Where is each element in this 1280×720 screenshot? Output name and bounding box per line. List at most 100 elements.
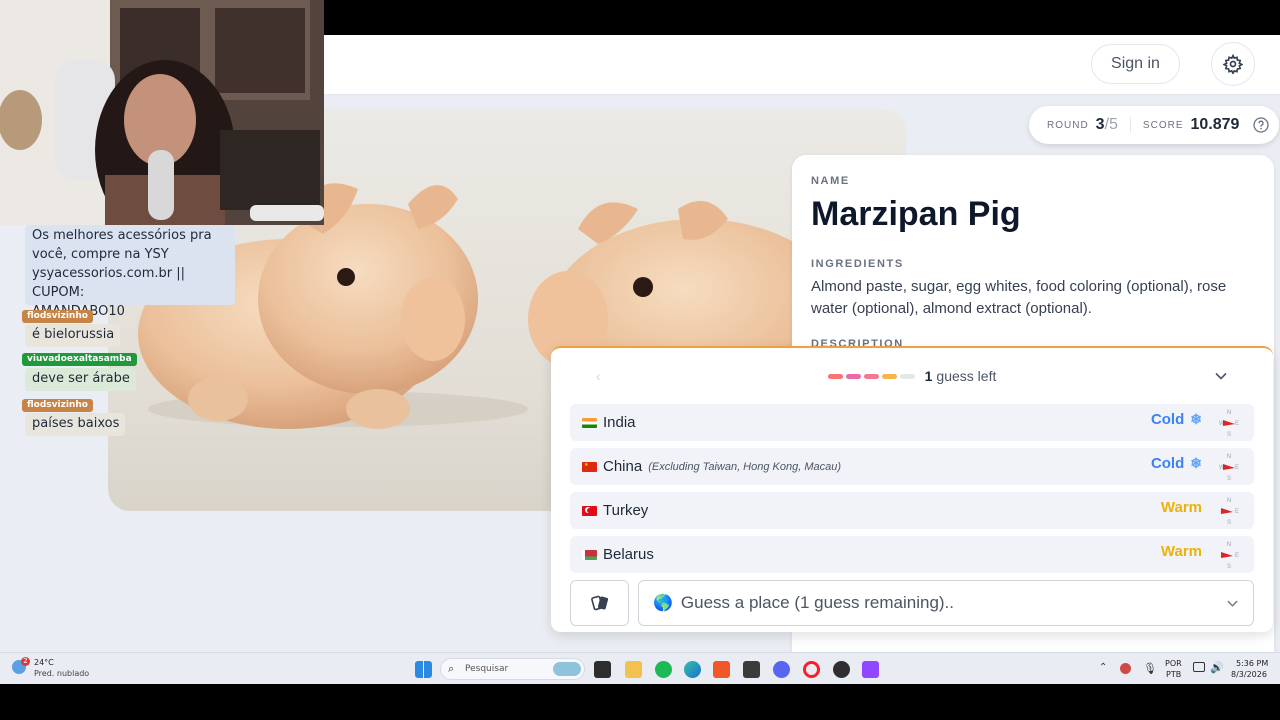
compass-icon: N SE xyxy=(1221,542,1239,569)
chat-message: deve ser árabe xyxy=(25,368,136,391)
opera-icon[interactable] xyxy=(803,661,820,678)
guess-row: ★ China (Excluding Taiwan, Hong Kong, Ma… xyxy=(570,448,1254,485)
brave-icon[interactable] xyxy=(713,661,730,678)
chevron-down-icon[interactable] xyxy=(1226,597,1239,610)
svg-text:S: S xyxy=(1227,432,1231,437)
svg-text:E: E xyxy=(1235,421,1239,427)
name-label: NAME xyxy=(811,175,850,187)
china-flag-icon: ★ xyxy=(582,461,597,472)
guess-progress-segment xyxy=(899,373,915,379)
guess-country: Belarus xyxy=(603,546,654,563)
chevron-left-icon[interactable]: ‹ xyxy=(596,368,601,384)
weather-widget[interactable]: 2 24°C Pred. nublado xyxy=(12,657,102,681)
chevron-down-icon[interactable] xyxy=(1214,369,1228,383)
sponsor-line: Os melhores acessórios pra xyxy=(32,228,212,243)
score-value: 10.879 xyxy=(1190,116,1240,133)
guesses-left-count: 1 xyxy=(924,368,933,384)
guess-input-bar: 🌎 Guess a place (1 guess remaining).. xyxy=(570,580,1254,626)
twitch-app-icon[interactable] xyxy=(862,661,879,678)
temperature-hint: Warm xyxy=(1161,499,1202,516)
temperature-label: Warm xyxy=(1160,543,1202,560)
sponsor-line: você, compre na YSY xyxy=(32,247,169,262)
temperature-hint: Cold ❄ xyxy=(1151,455,1202,472)
app-icon[interactable] xyxy=(743,661,760,678)
task-view-icon[interactable] xyxy=(594,661,611,678)
help-icon[interactable] xyxy=(1253,117,1269,133)
svg-text:E: E xyxy=(1235,465,1239,471)
language-top[interactable]: POR xyxy=(1165,659,1182,668)
start-windows-icon[interactable] xyxy=(415,661,432,678)
snowflake-icon: ❄ xyxy=(1190,455,1202,471)
score-label: SCORE xyxy=(1142,119,1184,131)
weather-desc: Pred. nublado xyxy=(34,669,90,678)
belarus-flag-icon xyxy=(582,549,597,560)
guess-progress-segment xyxy=(845,373,861,379)
svg-text:S: S xyxy=(1227,520,1231,525)
clock-date[interactable]: 8/3/2026 xyxy=(1231,670,1267,679)
guess-progress-segment xyxy=(881,373,897,379)
compass-icon: NSW E xyxy=(1219,410,1239,437)
svg-text:E: E xyxy=(1235,553,1239,559)
taskbar-search[interactable]: ⌕ Pesquisar xyxy=(440,658,585,680)
dish-name: Marzipan Pig xyxy=(811,195,1021,233)
webcam-overlay xyxy=(0,0,324,225)
svg-text:N: N xyxy=(1227,542,1231,548)
svg-text:E: E xyxy=(1235,509,1239,515)
round-score-pill: ROUND 3/5 SCORE 10.879 xyxy=(1029,106,1279,144)
svg-text:S: S xyxy=(1227,564,1231,569)
guess-row: India Cold ❄ NSWE xyxy=(570,404,1254,441)
guesses-left-text: guess left xyxy=(936,368,997,384)
svg-text:N: N xyxy=(1227,410,1231,416)
search-placeholder: Pesquisar xyxy=(465,664,509,674)
temperature-label: Cold xyxy=(1150,455,1185,472)
temperature-label: Warm xyxy=(1160,499,1202,516)
network-icon[interactable] xyxy=(1193,662,1205,672)
edge-icon[interactable] xyxy=(684,661,701,678)
discord-icon[interactable] xyxy=(773,661,790,678)
chevron-up-icon[interactable]: ⌃ xyxy=(1099,662,1107,673)
round-total: /5 xyxy=(1104,116,1118,133)
settings-button[interactable] xyxy=(1211,42,1255,86)
chat-username-badge: viuvadoexaltasamba xyxy=(22,353,137,366)
obs-icon[interactable] xyxy=(833,661,850,678)
gear-icon xyxy=(1223,54,1243,74)
sponsor-message: Os melhores acessórios pra você, compre … xyxy=(25,225,235,319)
hint-button[interactable] xyxy=(570,580,629,626)
india-flag-icon xyxy=(582,417,597,428)
ingredients-text: Almond paste, sugar, egg whites, food co… xyxy=(811,278,1227,317)
guess-progress xyxy=(827,373,915,379)
sponsor-line: ysyacessorios.com.br || CUPOM: xyxy=(32,266,185,300)
guess-country: Turkey xyxy=(603,502,649,519)
guess-row: Belarus Warm N SE xyxy=(570,536,1254,573)
file-explorer-icon[interactable] xyxy=(625,661,642,678)
hint-cards-icon xyxy=(590,595,608,611)
guess-panel-header: ‹ 1 guess left xyxy=(570,348,1254,404)
temperature-hint: Warm xyxy=(1161,543,1202,560)
search-highlight-icon xyxy=(553,662,581,676)
temperature-label: Cold xyxy=(1150,411,1185,428)
guess-country: India xyxy=(603,414,636,431)
tray-app-icon[interactable] xyxy=(1120,663,1131,674)
speaker-icon[interactable]: 🔊 xyxy=(1210,661,1224,674)
chat-username-badge: flodsvizinho xyxy=(22,310,93,323)
guess-place-input[interactable]: 🌎 Guess a place (1 guess remaining).. xyxy=(638,580,1254,626)
guess-country: China xyxy=(603,458,643,475)
ingredients-label: INGREDIENTS xyxy=(811,258,904,270)
guess-progress-segment xyxy=(827,373,843,379)
spotify-icon[interactable] xyxy=(655,661,672,678)
round-current: 3 xyxy=(1095,116,1105,133)
svg-text:S: S xyxy=(1227,476,1231,481)
language-bottom[interactable]: PTB xyxy=(1166,670,1181,679)
search-icon: ⌕ xyxy=(448,662,455,675)
chat-message: é bielorussia xyxy=(25,324,121,347)
compass-icon: N SE xyxy=(1221,498,1239,525)
sign-in-button[interactable]: Sign in xyxy=(1091,44,1180,84)
clock-time[interactable]: 5:36 PM xyxy=(1236,659,1268,668)
guess-progress-segment xyxy=(863,373,879,379)
stream-chat-overlay: Os melhores acessórios pra você, compre … xyxy=(0,225,240,445)
microphone-icon[interactable]: 🎙 xyxy=(1143,662,1157,675)
guess-row: Turkey Warm N SE xyxy=(570,492,1254,529)
temperature-hint: Cold ❄ xyxy=(1151,411,1202,428)
chat-username-badge: flodsvizinho xyxy=(22,399,93,412)
guess-input-placeholder: Guess a place (1 guess remaining).. xyxy=(680,593,955,612)
